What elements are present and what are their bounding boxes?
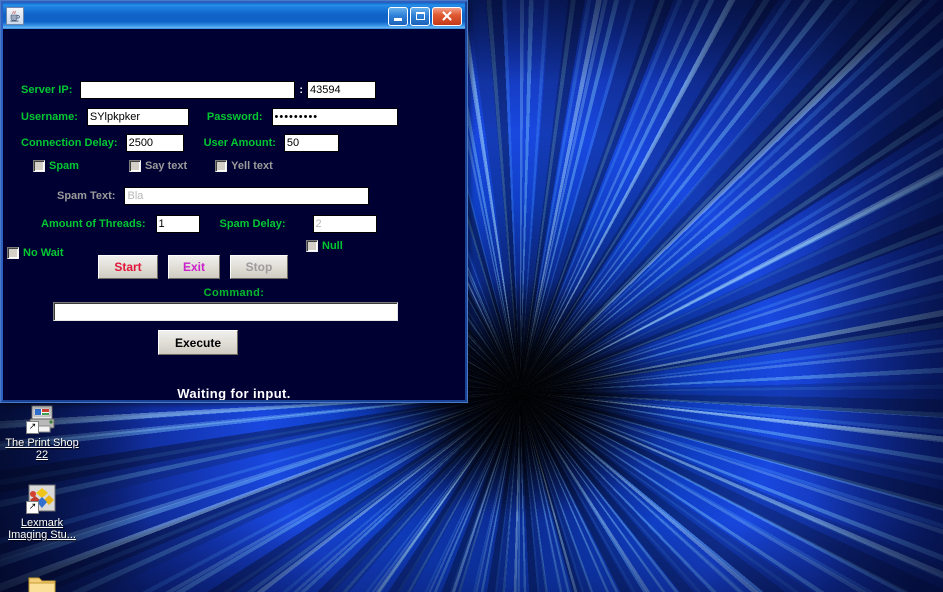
no-wait-checkbox[interactable]: No Wait xyxy=(7,247,64,259)
application-window: Server IP: : Username: Password: Connect… xyxy=(0,0,468,403)
no-wait-checkbox-label: No Wait xyxy=(23,247,64,259)
password-input[interactable] xyxy=(271,108,398,126)
server-ip-input[interactable] xyxy=(80,81,296,99)
control-buttons-row: Start Exit Stop xyxy=(98,255,288,279)
exit-button[interactable]: Exit xyxy=(168,255,220,279)
checkbox-box-icon xyxy=(33,160,45,172)
status-message: Waiting for input. xyxy=(177,386,291,400)
say-text-checkbox[interactable]: Say text xyxy=(128,160,188,172)
maximize-button[interactable] xyxy=(410,6,430,26)
execute-button[interactable]: Execute xyxy=(158,330,238,355)
close-icon xyxy=(442,11,452,21)
desktop-icon-label: Lexmark Imaging Stu... xyxy=(8,517,76,541)
desktop-icon-lexmark[interactable]: ↗ Lexmark Imaging Stu... xyxy=(0,482,84,541)
desktop-icon-print-shop[interactable]: ↗ The Print Shop 22 xyxy=(0,402,84,461)
close-button[interactable] xyxy=(432,6,462,26)
username-input[interactable] xyxy=(86,108,189,126)
minimize-button[interactable] xyxy=(388,6,408,26)
password-label: Password: xyxy=(206,111,263,123)
shortcut-arrow-icon: ↗ xyxy=(26,501,39,514)
spam-delay-input[interactable] xyxy=(312,215,377,233)
command-input[interactable] xyxy=(53,302,398,321)
desktop-icon-folder[interactable] xyxy=(0,570,84,592)
minimize-icon xyxy=(394,17,402,21)
window-frame: Server IP: : Username: Password: Connect… xyxy=(1,1,467,402)
lexmark-imaging-studio-icon: ↗ xyxy=(26,482,58,514)
amount-of-threads-label: Amount of Threads: xyxy=(41,218,146,230)
user-amount-input[interactable] xyxy=(283,134,339,152)
amount-of-threads-input[interactable] xyxy=(155,215,200,233)
server-ip-row: Server IP: : xyxy=(21,81,377,99)
window-controls xyxy=(388,6,462,26)
yell-text-checkbox[interactable]: Yell text xyxy=(215,160,273,172)
folder-icon xyxy=(26,570,58,592)
spam-text-input[interactable] xyxy=(124,187,370,205)
print-shop-icon: ↗ xyxy=(26,402,58,434)
port-input[interactable] xyxy=(307,81,377,99)
checkbox-box-icon xyxy=(306,240,318,252)
checkbox-box-icon xyxy=(128,160,141,172)
null-checkbox[interactable]: Null xyxy=(306,240,343,252)
command-label: Command: xyxy=(203,287,265,299)
null-checkbox-label: Null xyxy=(322,240,343,252)
server-ip-label: Server IP: xyxy=(21,84,73,96)
checkbox-box-icon xyxy=(215,160,228,172)
spam-delay-label: Spam Delay: xyxy=(219,218,286,230)
spam-checkbox-label: Spam xyxy=(49,160,79,172)
connection-delay-label: Connection Delay: xyxy=(21,137,118,149)
no-wait-check-group: No Wait xyxy=(7,247,64,259)
credentials-row: Username: Password: xyxy=(21,108,398,126)
checkbox-box-icon xyxy=(7,247,19,259)
stop-button[interactable]: Stop xyxy=(230,255,288,279)
shortcut-arrow-icon: ↗ xyxy=(26,421,39,434)
connection-delay-input[interactable] xyxy=(125,134,184,152)
delay-amount-row: Connection Delay: User Amount: xyxy=(21,134,339,152)
window-titlebar[interactable] xyxy=(3,3,465,30)
username-label: Username: xyxy=(21,111,78,123)
yell-text-checkbox-label: Yell text xyxy=(231,160,273,172)
start-button[interactable]: Start xyxy=(98,255,158,279)
null-check-group: Null xyxy=(306,240,343,252)
maximize-icon xyxy=(415,12,425,20)
spam-checkbox[interactable]: Spam xyxy=(33,160,79,172)
java-coffee-cup-icon xyxy=(6,7,24,25)
user-amount-label: User Amount: xyxy=(203,137,276,149)
window-content: Server IP: : Username: Password: Connect… xyxy=(3,29,465,400)
text-mode-checkbox-row: Spam Say text Yell text xyxy=(33,160,293,172)
port-separator: : xyxy=(299,84,304,96)
spam-text-label: Spam Text: xyxy=(57,190,116,202)
threads-delay-row: Amount of Threads: Spam Delay: xyxy=(41,215,377,233)
desktop: ↗ The Print Shop 22 ↗ Lexmark Imaging St… xyxy=(0,0,943,592)
desktop-icon-label: The Print Shop 22 xyxy=(5,437,79,461)
say-text-checkbox-label: Say text xyxy=(144,160,188,172)
spam-text-row: Spam Text: xyxy=(57,187,370,205)
